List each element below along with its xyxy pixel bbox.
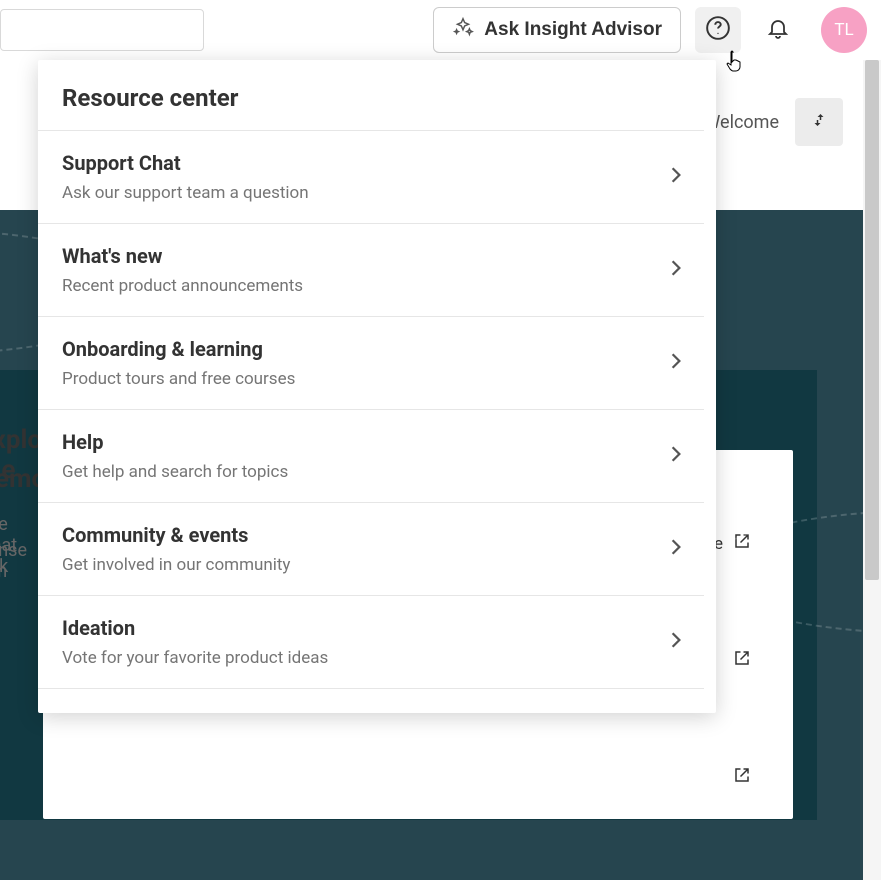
rc-item-title: Ideation [62, 616, 656, 640]
notifications-button[interactable] [755, 7, 801, 53]
chevron-right-icon [656, 631, 696, 653]
help-icon [705, 15, 731, 45]
rc-item-whats-new[interactable]: What's new Recent product announcements [38, 224, 704, 317]
avatar-initials: TL [834, 20, 853, 40]
chevron-right-icon [656, 538, 696, 560]
bg-heading-2: Demo [0, 464, 34, 494]
chevron-right-icon [656, 352, 696, 374]
resource-center-popover: Resource center Support Chat Ask our sup… [38, 60, 716, 713]
rc-item-subtitle: Product tours and free courses [62, 369, 656, 389]
rc-item-subtitle: Get help and search for topics [62, 462, 656, 482]
rc-item-subtitle: Ask our support team a question [62, 183, 656, 203]
ask-button-label: Ask Insight Advisor [484, 19, 662, 41]
external-link-icon [733, 766, 751, 789]
rc-item-subtitle: Get involved in our community [62, 555, 656, 575]
rc-item-title: Onboarding & learning [62, 337, 656, 361]
scrollbar-track[interactable] [863, 60, 881, 880]
resource-center-title: Resource center [38, 60, 716, 130]
rc-item-ideation[interactable]: Ideation Vote for your favorite product … [38, 596, 704, 689]
top-bar: Ask Insight Advisor TL [0, 0, 881, 60]
ask-insight-advisor-button[interactable]: Ask Insight Advisor [433, 7, 681, 53]
rc-item-onboarding-learning[interactable]: Onboarding & learning Product tours and … [38, 317, 704, 410]
chevron-right-icon [656, 166, 696, 188]
rc-item-community-events[interactable]: Community & events Get involved in our c… [38, 503, 704, 596]
sparkle-icon [452, 16, 474, 44]
help-button[interactable] [695, 7, 741, 53]
rc-item-subtitle: Recent product announcements [62, 276, 656, 296]
rc-item-help[interactable]: Help Get help and search for topics [38, 410, 704, 503]
search-input[interactable] [0, 9, 204, 51]
chevron-right-icon [656, 259, 696, 281]
avatar[interactable]: TL [821, 7, 867, 53]
collapse-button[interactable] [795, 98, 843, 146]
bell-icon [766, 16, 790, 44]
rc-item-title: What's new [62, 244, 656, 268]
chevron-right-icon [656, 445, 696, 467]
scrollbar-thumb[interactable] [865, 60, 879, 580]
rc-item-support-chat[interactable]: Support Chat Ask our support team a ques… [38, 131, 704, 224]
external-link-3[interactable] [71, 766, 765, 789]
rc-item-title: Support Chat [62, 151, 656, 175]
rc-item-title: Help [62, 430, 656, 454]
collapse-icon [810, 111, 828, 133]
external-link-icon [733, 649, 751, 672]
external-link-icon [733, 532, 751, 555]
rc-item-title: Community & events [62, 523, 656, 547]
bg-para-2: Sense can [0, 540, 34, 582]
resource-center-list: Support Chat Ask our support team a ques… [38, 130, 704, 689]
rc-item-subtitle: Vote for your favorite product ideas [62, 648, 656, 668]
